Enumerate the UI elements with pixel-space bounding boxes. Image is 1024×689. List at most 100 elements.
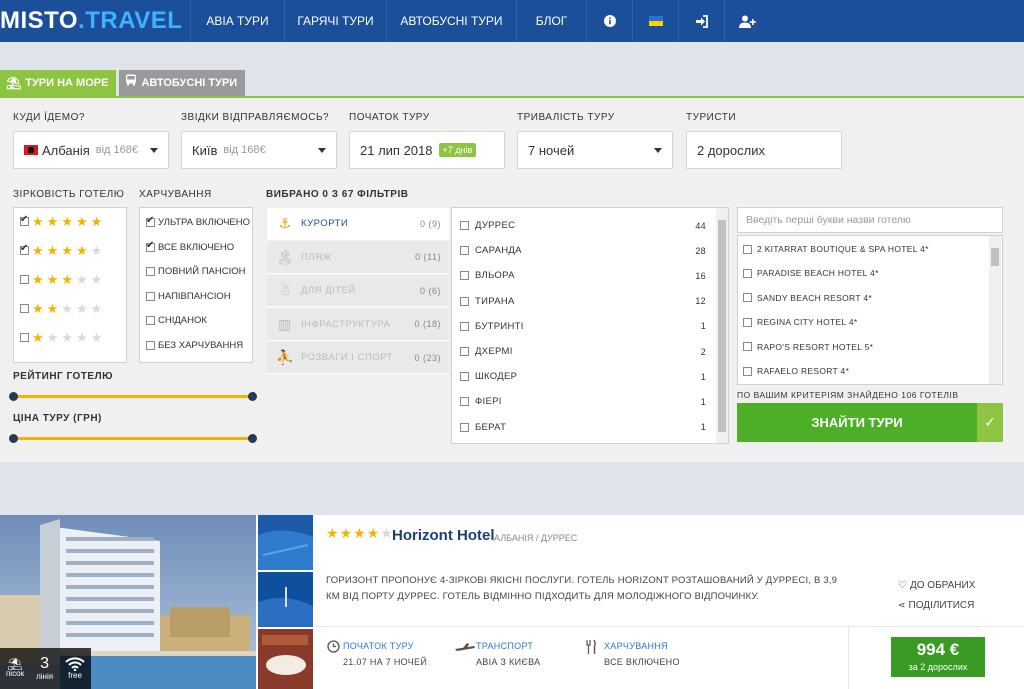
checkbox[interactable] bbox=[20, 274, 29, 284]
checkbox[interactable] bbox=[743, 268, 752, 278]
hotel-thumb-1[interactable] bbox=[258, 515, 313, 570]
stars-option-5[interactable]: ★★★★★ bbox=[20, 214, 102, 228]
rating-slider[interactable] bbox=[9, 392, 257, 401]
filter-category[interactable]: 🏝 ПЛЯЖ 0 (11) bbox=[267, 241, 449, 274]
star-icon: ★ bbox=[380, 525, 393, 541]
meal-option[interactable]: УЛЬТРА ВКЛЮЧЕНО bbox=[146, 215, 250, 228]
hotel-option[interactable]: PARADISE BEACH HOTEL 4* bbox=[743, 268, 879, 278]
find-tours-button[interactable]: ЗНАЙТИ ТУРИ ✓ bbox=[737, 403, 1003, 442]
start-date-field[interactable]: 21 лип 2018 +7 днів bbox=[349, 131, 505, 169]
add-to-favorites[interactable]: ♡ ДО ОБРАНИХ bbox=[898, 580, 975, 591]
checkbox[interactable] bbox=[20, 243, 29, 255]
checkbox[interactable] bbox=[146, 340, 155, 350]
checkbox[interactable] bbox=[20, 332, 29, 342]
login-icon[interactable] bbox=[678, 0, 724, 42]
nav-hot-tours[interactable]: ГАРЯЧІ ТУРИ bbox=[284, 0, 386, 42]
resort-option[interactable]: ТИРАНА 12 bbox=[460, 296, 716, 307]
stars-option-1[interactable]: ★ ★ ★ ★ ★ bbox=[20, 330, 102, 344]
checkbox[interactable] bbox=[146, 291, 155, 301]
star-icon: ★ bbox=[90, 242, 103, 258]
checkbox[interactable] bbox=[460, 397, 469, 407]
rating-label: РЕЙТИНГ ГОТЕЛЮ bbox=[13, 371, 113, 382]
nav-bus-tours[interactable]: АВТОБУСНІ ТУРИ bbox=[386, 0, 516, 42]
hotel-option[interactable]: RAPO'S RESORT HOTEL 5* bbox=[743, 342, 873, 352]
add-user-icon[interactable] bbox=[724, 0, 770, 42]
site-logo[interactable]: MISTO.TRAVEL bbox=[0, 7, 182, 35]
duration-select[interactable]: 7 ночей bbox=[517, 131, 673, 169]
filter-category[interactable]: ▥ ІНФРАСТРУКТУРА 0 (18) bbox=[267, 308, 449, 341]
tab-sea-tours[interactable]: ⛱ ТУРИ НА МОРЕ bbox=[0, 70, 117, 96]
stars-option-2[interactable]: ★ ★ ★ ★ ★ bbox=[20, 301, 102, 315]
checkbox[interactable] bbox=[146, 240, 155, 252]
checkbox[interactable] bbox=[460, 347, 469, 356]
checkbox[interactable] bbox=[146, 215, 155, 227]
resort-option[interactable]: ВЛЬОРА 16 bbox=[460, 270, 716, 281]
checkbox[interactable] bbox=[743, 317, 752, 327]
meal-option[interactable]: ВСЕ ВКЛЮЧЕНО bbox=[146, 240, 234, 253]
hotel-option[interactable]: RAFAELO RESORT 4* bbox=[743, 366, 849, 376]
filter-category[interactable]: ☃ ДЛЯ ДІТЕЙ 0 (6) bbox=[267, 275, 449, 307]
resort-option[interactable]: ШКОДЕР 1 bbox=[460, 371, 716, 382]
category-count: 0 (11) bbox=[415, 252, 441, 262]
rating-max-handle[interactable] bbox=[248, 392, 257, 401]
departure-select[interactable]: Київ від 168€ bbox=[181, 131, 337, 169]
price-button[interactable]: 994 € за 2 дорослих bbox=[891, 637, 985, 677]
checkbox[interactable] bbox=[743, 244, 752, 254]
meal-option[interactable]: НАПІВПАНСІОН bbox=[146, 291, 231, 302]
filter-category[interactable]: ⚓ КУРОРТИ 0 (9) bbox=[267, 208, 449, 240]
resort-option[interactable]: БУТРИНТІ 1 bbox=[460, 321, 716, 332]
checkbox[interactable] bbox=[460, 372, 469, 382]
checkbox[interactable] bbox=[146, 267, 155, 276]
checkbox[interactable] bbox=[20, 214, 29, 226]
hotel-thumb-2[interactable] bbox=[258, 572, 313, 627]
info-icon[interactable] bbox=[586, 0, 632, 42]
resort-option[interactable]: ДУРРЕС 44 bbox=[460, 220, 716, 231]
resort-name: ВЛЬОРА bbox=[475, 270, 515, 282]
departure-sub: від 168€ bbox=[223, 144, 266, 156]
tab-bus-tours[interactable]: АВТОБУСНІ ТУРИ bbox=[119, 70, 246, 96]
checkbox[interactable] bbox=[460, 271, 469, 281]
checkbox[interactable] bbox=[460, 246, 469, 256]
destination-select[interactable]: Албанія від 168€ bbox=[13, 131, 169, 169]
resort-option[interactable]: ФІЕРІ 1 bbox=[460, 396, 716, 407]
checkbox[interactable] bbox=[146, 316, 155, 325]
checkbox[interactable] bbox=[20, 303, 29, 313]
checkbox[interactable] bbox=[743, 366, 752, 376]
price-max-handle[interactable] bbox=[248, 434, 257, 443]
hotel-search-input[interactable]: Введіть перші букви назви готелю bbox=[737, 207, 1003, 233]
hotel-option[interactable]: 2 KITARRAT BOUTIQUE & SPA HOTEL 4* bbox=[743, 244, 929, 254]
meal-option[interactable]: БЕЗ ХАРЧУВАННЯ bbox=[146, 340, 243, 351]
tourists-field[interactable]: 2 дорослих bbox=[686, 131, 842, 169]
stars-option-4[interactable]: ★★★★★ bbox=[20, 243, 102, 257]
hotel-option[interactable]: SANDY BEACH RESORT 4* bbox=[743, 293, 872, 303]
resort-option[interactable]: БЕРАТ 1 bbox=[460, 422, 716, 433]
resort-name: ТИРАНА bbox=[475, 295, 515, 307]
resorts-scroll-thumb[interactable] bbox=[718, 220, 726, 432]
hotel-name[interactable]: Horizont Hotel bbox=[392, 527, 495, 544]
hotel-option[interactable]: REGINA CITY HOTEL 4* bbox=[743, 317, 857, 327]
nav-avia-tours[interactable]: АВІА ТУРИ bbox=[190, 0, 284, 42]
checkbox[interactable] bbox=[743, 293, 752, 303]
share-button[interactable]: ⋖ ПОДІЛИТИСЯ bbox=[898, 600, 974, 611]
price-min-handle[interactable] bbox=[9, 434, 18, 443]
meal-option[interactable]: ПОВНИЙ ПАНСІОН bbox=[146, 266, 246, 277]
checkbox[interactable] bbox=[460, 221, 469, 230]
filter-category[interactable]: ⛹ РОЗВАГИ І СПОРТ 0 (23) bbox=[267, 342, 449, 374]
hotel-thumb-3[interactable] bbox=[258, 629, 313, 689]
resort-option[interactable]: САРАНДА 28 bbox=[460, 245, 716, 256]
rating-min-handle[interactable] bbox=[9, 392, 18, 401]
nav-blog[interactable]: БЛОГ bbox=[516, 0, 586, 42]
price-slider[interactable] bbox=[9, 434, 257, 443]
checkbox[interactable] bbox=[460, 321, 469, 331]
resort-option[interactable]: ДХЕРМІ 2 bbox=[460, 346, 716, 357]
checkbox[interactable] bbox=[460, 296, 469, 306]
hotel-main-photo[interactable]: ⛱ пісок 3 лінія free bbox=[0, 515, 256, 689]
checkbox[interactable] bbox=[743, 342, 752, 352]
hotels-scrollbar[interactable] bbox=[989, 236, 1001, 384]
flag-ukraine-icon[interactable] bbox=[632, 0, 678, 42]
stars-option-3[interactable]: ★ ★ ★ ★ ★ bbox=[20, 272, 102, 286]
resorts-scrollbar[interactable] bbox=[716, 208, 728, 443]
hotels-scroll-thumb[interactable] bbox=[991, 248, 999, 266]
checkbox[interactable] bbox=[460, 422, 469, 432]
meal-option[interactable]: СНІДАНОК bbox=[146, 315, 207, 326]
